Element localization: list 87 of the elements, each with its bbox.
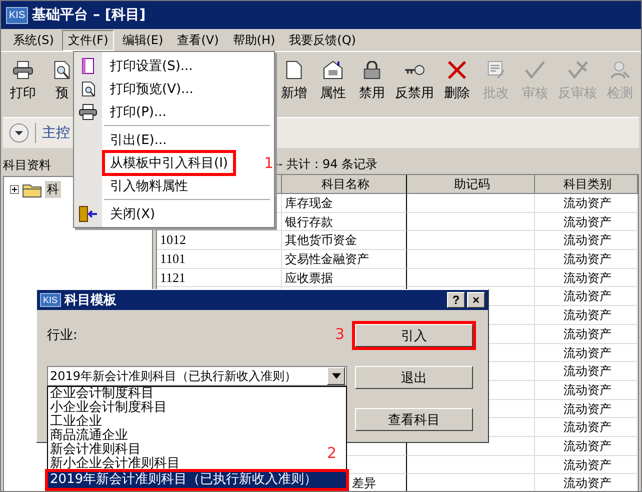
menu-item[interactable]: 帮助(H) — [226, 30, 282, 50]
table-cell: 流动资产 — [535, 250, 638, 269]
table-cell: 流动资产 — [535, 194, 638, 213]
table-cell: 流动资产 — [535, 380, 638, 400]
menu-item[interactable]: 引出(E)... — [102, 126, 175, 152]
check-icon — [568, 61, 588, 79]
table-cell: 库存现金 — [282, 194, 407, 213]
table-cell: 流动资产 — [535, 306, 638, 325]
table-cell: 交易性金融资产 — [282, 250, 407, 269]
table-cell: 流动资产 — [535, 287, 638, 306]
dialog-button[interactable]: 引入 — [355, 324, 473, 347]
delete-icon — [447, 61, 467, 79]
dialog-button[interactable]: 退出 — [355, 366, 473, 389]
list-option[interactable]: 小企业会计制度科目 — [48, 401, 167, 415]
menu-item[interactable]: 我要反馈(Q) — [283, 30, 362, 50]
table-cell: 流动资产 — [535, 362, 638, 381]
table-cell: 流动资产 — [535, 212, 638, 232]
nav-tab[interactable]: 主控 — [42, 124, 70, 142]
table-cell: 流动资产 — [535, 456, 638, 474]
house-icon — [323, 61, 343, 79]
table-cell: 流动资产 — [535, 436, 638, 456]
table-cell: 1101 — [157, 250, 282, 269]
document-icon — [486, 61, 506, 79]
column-header[interactable]: 助记码 — [407, 175, 535, 194]
menu-item[interactable]: 关闭(X) — [102, 200, 164, 226]
toolbar-button[interactable]: 属性 — [315, 61, 351, 102]
logo-icon: KIS — [6, 6, 28, 24]
menu-item[interactable]: 引入物料属性 — [102, 172, 196, 198]
list-option[interactable]: 商品流通企业 — [48, 429, 128, 443]
table-cell: 流动资产 — [535, 344, 638, 362]
table-cell: 其他货币资金 — [282, 231, 407, 250]
preview-icon — [52, 61, 72, 79]
toolbar-button[interactable]: 打印 — [5, 61, 41, 102]
lock-icon — [362, 61, 382, 79]
printer-icon — [13, 61, 33, 79]
table-cell: 流动资产 — [535, 324, 638, 344]
industry-dropdown[interactable]: 2019年新会计准则科目（已执行新收入准则） — [47, 366, 347, 386]
folder-icon — [22, 182, 42, 198]
list-option[interactable]: 新小企业会计准则科目 — [48, 457, 180, 471]
field-label: 行业: — [47, 327, 78, 344]
menu-item[interactable]: 打印(P)... — [102, 98, 174, 124]
dialog-button[interactable]: 查看科目 — [355, 408, 473, 431]
list-option[interactable]: 2019年新会计准则科目（已执行新收入准则） — [48, 472, 346, 488]
toolbar-button[interactable]: 反禁用 — [393, 61, 436, 102]
column-header[interactable]: 科目类别 — [535, 175, 638, 194]
table-cell: 1121 — [157, 268, 282, 288]
table-cell: 流动资产 — [535, 474, 638, 491]
close-button[interactable]: × — [467, 292, 485, 308]
help-button[interactable]: ? — [447, 292, 465, 308]
window-title: 基础平台 – [科目] — [32, 6, 146, 24]
page-icon — [284, 61, 304, 79]
step-number: 1 — [264, 154, 274, 172]
menu-item[interactable]: 查看(V) — [171, 30, 225, 50]
collapse-icon[interactable] — [9, 123, 29, 143]
person-icon — [610, 61, 630, 79]
printer-icon — [79, 104, 97, 120]
caret-icon — [332, 373, 340, 379]
table-cell: 1012 — [157, 231, 282, 250]
table-cell: 流动资产 — [535, 268, 638, 288]
menu-item[interactable]: 从模板中引入科目(I) — [102, 150, 236, 176]
menu-item[interactable]: 打印设置(S)... — [102, 52, 201, 78]
menu-item[interactable]: 编辑(E) — [116, 30, 170, 50]
list-option[interactable]: 工业企业 — [48, 415, 102, 429]
table-cell: 流动资产 — [535, 231, 638, 250]
table-cell: 银行存款 — [282, 212, 407, 232]
step-number: 3 — [335, 325, 345, 343]
table-cell: 流动资产 — [535, 418, 638, 437]
list-option[interactable]: 企业会计制度科目 — [48, 387, 154, 401]
toolbar-button[interactable]: 新增 — [276, 61, 312, 102]
table-cell: 应收票据 — [282, 268, 407, 288]
table-cell: 流动资产 — [535, 400, 638, 418]
door-icon — [79, 206, 97, 222]
panel-title: 科目资料 — [3, 156, 51, 174]
menu-item[interactable]: 打印预览(V)... — [102, 76, 202, 102]
column-header[interactable]: 科目名称 — [282, 175, 407, 194]
menu-item[interactable]: 系统(S) — [7, 30, 60, 50]
toolbar-button[interactable]: 删除 — [439, 61, 475, 102]
toolbar-button[interactable]: 禁用 — [354, 61, 390, 102]
menu-item[interactable]: 文件(F) — [62, 30, 114, 50]
tree-item[interactable]: 科 — [45, 181, 61, 198]
expand-icon[interactable] — [10, 185, 19, 194]
check-icon — [525, 61, 545, 79]
logo-icon: KIS — [40, 293, 61, 307]
dialog-title: 科目模板 — [64, 292, 117, 309]
step-number: 2 — [327, 444, 337, 462]
page-icon — [82, 58, 94, 74]
list-option[interactable]: 新会计准则科目 — [48, 443, 141, 457]
